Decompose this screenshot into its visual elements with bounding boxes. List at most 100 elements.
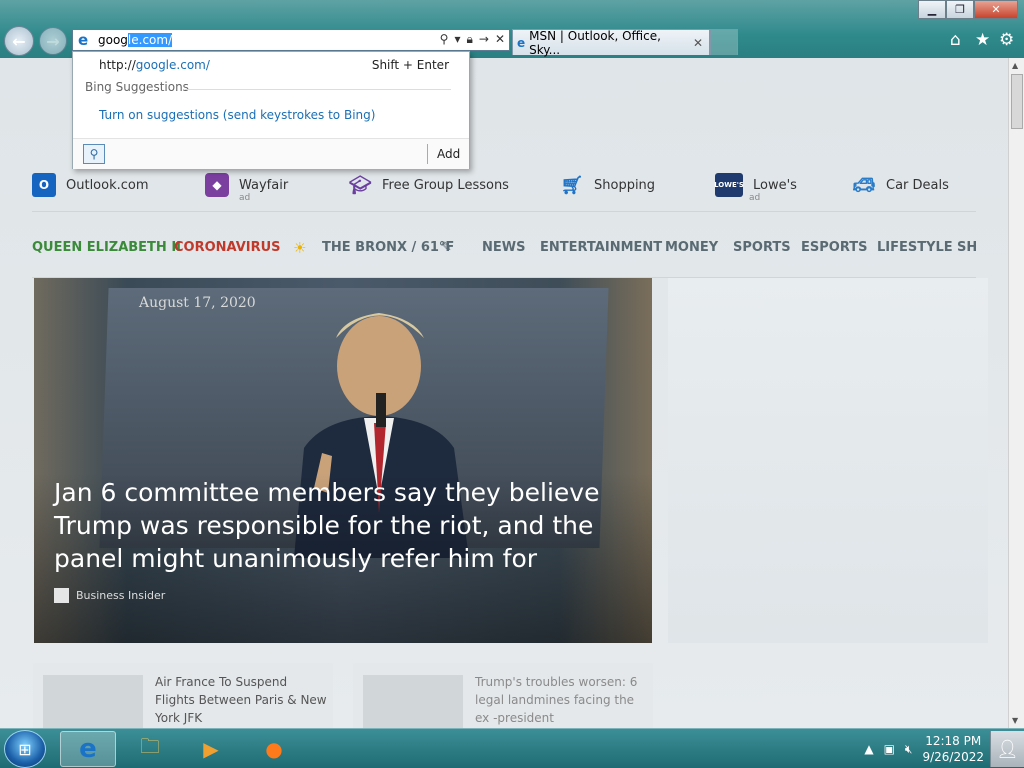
nav-item-queen-elizabeth[interactable]: QUEEN ELIZABETH II <box>32 240 181 255</box>
internet-explorer-icon: e <box>79 734 97 764</box>
ad-badge: ad <box>239 193 251 203</box>
taskbar: ⊞ e 🗀 ▶ ● ▲ ▣ 🔇︎ 12:18 PM 9/26/2022 👤︎ <box>0 728 1024 768</box>
nav-item-lifestyle[interactable]: LIFESTYLE <box>877 240 953 255</box>
story-title[interactable]: Trump's troubles worsen: 6 legal landmin… <box>475 673 650 727</box>
source-name: Business Insider <box>76 589 166 602</box>
side-panel <box>668 278 988 643</box>
keyboard-shortcut: Shift + Enter <box>371 58 449 72</box>
quick-link-car-deals[interactable]: 🚙︎ Car Deals <box>852 173 949 197</box>
favorites-icon[interactable]: ★ <box>975 30 990 50</box>
lowes-icon: LOWE'S <box>714 173 744 197</box>
nav-item-sports[interactable]: SPORTS <box>733 240 791 255</box>
address-typed: goog <box>98 33 128 47</box>
divider <box>32 211 976 212</box>
windows-logo-icon: ⊞ <box>18 739 32 759</box>
nav-item-news[interactable]: NEWS <box>482 240 525 255</box>
search-provider-icon[interactable]: ⚲ <box>83 144 105 164</box>
nav-item-shopping[interactable]: SH <box>957 240 976 255</box>
volume-muted-icon[interactable]: 🔇︎ <box>905 742 913 757</box>
clock-time: 12:18 PM <box>925 734 982 748</box>
nav-item-money[interactable]: MONEY <box>665 240 718 255</box>
nav-item-esports[interactable]: ESPORTS <box>801 240 867 255</box>
close-window-button[interactable]: ✕ <box>974 0 1018 19</box>
suggestion-url-prefix: http:// <box>99 58 136 72</box>
scroll-down-icon[interactable]: ▼ <box>1012 716 1018 725</box>
network-icon[interactable]: ▣ <box>884 742 895 756</box>
vertical-scrollbar[interactable]: ▲ ▼ <box>1008 58 1024 728</box>
graduation-cap-icon: 🎓︎ <box>348 174 372 196</box>
weather-link[interactable]: THE BRONX / 61°F <box>322 240 454 255</box>
back-button[interactable]: ← <box>4 26 34 56</box>
hero-headline[interactable]: Jan 6 committee members say they believe… <box>54 476 614 575</box>
story-card[interactable]: Trump's troubles worsen: 6 legal landmin… <box>353 663 653 728</box>
user-avatar-icon[interactable]: 👤︎ <box>990 731 1024 767</box>
taskbar-firefox[interactable]: ● <box>246 731 302 767</box>
bing-suggestions-label: Bing Suggestions <box>85 80 189 94</box>
scrollbar-thumb[interactable] <box>1011 74 1023 129</box>
suggestion-url-host: google.com/ <box>135 58 210 72</box>
tab-msn[interactable]: e MSN | Outlook, Office, Sky... ✕ <box>512 28 710 57</box>
shopping-cart-icon: 🛒︎ <box>560 174 584 196</box>
media-player-icon: ▶ <box>203 737 219 761</box>
hero-story[interactable]: August 17, 2020 Jan 6 committee members … <box>34 278 652 643</box>
quick-link-label: Shopping <box>594 177 656 193</box>
nav-item-coronavirus[interactable]: CORONAVIRUS <box>174 240 281 255</box>
quick-link-wayfair[interactable]: ◆ Wayfair ad <box>205 173 289 203</box>
quick-link-label: Car Deals <box>886 177 949 193</box>
ie-icon: e <box>517 35 526 50</box>
quick-link-outlook[interactable]: O Outlook.com <box>32 173 149 197</box>
search-icon[interactable]: ⚲ <box>440 32 449 47</box>
divider <box>427 144 428 164</box>
suggestion-url[interactable]: http://google.com/ <box>99 58 210 72</box>
story-title[interactable]: Air France To Suspend Flights Between Pa… <box>155 673 330 727</box>
quick-link-lowes[interactable]: LOWE'S Lowe's ad <box>714 173 797 203</box>
forward-icon: → <box>46 31 60 51</box>
quick-link-label: Outlook.com <box>66 177 149 193</box>
taskbar-internet-explorer[interactable]: e <box>60 731 116 767</box>
pencil-icon[interactable]: ✎ <box>441 240 452 255</box>
taskbar-file-explorer[interactable]: 🗀 <box>122 731 178 767</box>
add-provider-button[interactable]: Add <box>437 147 460 161</box>
screen-date: August 17, 2020 <box>139 295 256 311</box>
minimize-button[interactable]: ▁ <box>918 0 946 19</box>
tools-icon[interactable]: ⚙ <box>999 30 1014 50</box>
story-card[interactable]: Air France To Suspend Flights Between Pa… <box>33 663 333 728</box>
window-controls: ▁ ❐ ✕ <box>918 0 1018 19</box>
lock-icon: 🔒︎ <box>466 32 473 46</box>
address-text[interactable]: google.com/ <box>98 33 173 47</box>
quick-link-label: Wayfair <box>239 177 289 193</box>
ad-badge: ad <box>749 193 761 203</box>
forward-button[interactable]: → <box>39 27 67 55</box>
quick-link-free-group-lessons[interactable]: 🎓︎ Free Group Lessons <box>348 173 509 197</box>
quick-link-shopping[interactable]: 🛒︎ Shopping <box>560 173 656 197</box>
folder-icon: 🗀 <box>140 734 160 758</box>
nav-item-entertainment[interactable]: ENTERTAINMENT <box>540 240 662 255</box>
back-icon: ← <box>12 31 26 51</box>
quick-link-label: Lowe's <box>753 177 797 193</box>
tab-close-icon[interactable]: ✕ <box>693 36 703 50</box>
turn-on-suggestions-link[interactable]: Turn on suggestions (send keystrokes to … <box>99 108 375 122</box>
browser-chrome: ▁ ❐ ✕ ← → e google.com/ ⚲ ▾ 🔒︎ → ✕ e MSN… <box>0 0 1024 58</box>
source-logo-icon <box>54 588 69 603</box>
quick-link-label: Free Group Lessons <box>382 177 509 193</box>
maximize-button[interactable]: ❐ <box>946 0 974 19</box>
dropdown-arrow-icon[interactable]: ▾ <box>454 32 460 47</box>
show-hidden-icons-icon[interactable]: ▲ <box>864 742 873 756</box>
sun-icon: ☀ <box>293 239 307 257</box>
address-bar[interactable]: e google.com/ ⚲ ▾ 🔒︎ → ✕ <box>72 29 510 51</box>
taskbar-media-player[interactable]: ▶ <box>183 731 239 767</box>
stop-icon[interactable]: ✕ <box>495 32 505 47</box>
story-thumbnail <box>363 675 463 728</box>
home-icon[interactable]: ⌂ <box>950 30 961 50</box>
dropdown-footer: ⚲ Add <box>73 138 469 169</box>
new-tab-button[interactable] <box>710 29 738 55</box>
tab-title: MSN | Outlook, Office, Sky... <box>529 28 661 57</box>
clock[interactable]: 12:18 PM 9/26/2022 <box>922 733 984 765</box>
start-button[interactable]: ⊞ <box>4 730 46 768</box>
scroll-up-icon[interactable]: ▲ <box>1012 61 1018 70</box>
go-icon[interactable]: → <box>479 32 489 47</box>
address-suggestions-dropdown: http://google.com/ Shift + Enter Bing Su… <box>72 51 470 169</box>
wayfair-icon: ◆ <box>205 173 229 197</box>
divider <box>185 89 451 90</box>
ie-icon: e <box>78 31 89 49</box>
